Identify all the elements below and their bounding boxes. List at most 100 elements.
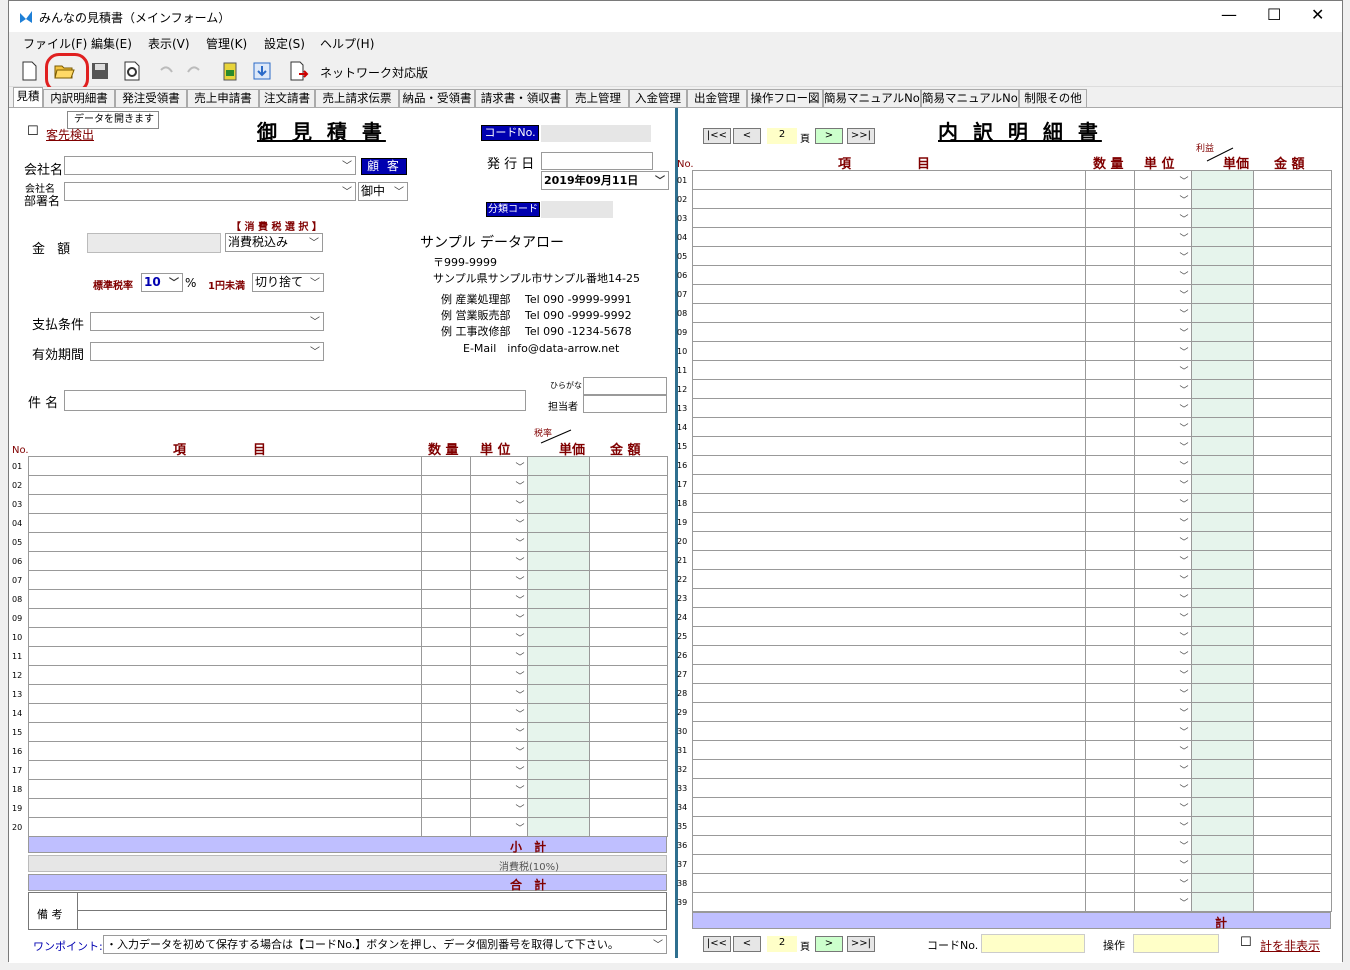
- print-preview-icon[interactable]: [120, 59, 144, 83]
- unit-cell[interactable]: ﹀: [1133, 303, 1192, 323]
- price-cell[interactable]: [526, 684, 590, 704]
- cell[interactable]: [1252, 189, 1332, 209]
- price-cell[interactable]: [1190, 417, 1254, 437]
- tab-sales-invoice[interactable]: 売上請求伝票: [315, 89, 399, 107]
- price-cell[interactable]: [1190, 607, 1254, 627]
- subject-input[interactable]: [64, 390, 526, 411]
- validity-select[interactable]: ﹀: [90, 342, 324, 361]
- cell[interactable]: [27, 741, 422, 761]
- unit-cell[interactable]: ﹀: [1133, 379, 1192, 399]
- unit-cell[interactable]: ﹀: [1133, 227, 1192, 247]
- cell[interactable]: [1084, 474, 1135, 494]
- price-cell[interactable]: [1190, 265, 1254, 285]
- cell[interactable]: [27, 456, 422, 476]
- hide-total-checkbox[interactable]: ☐: [1240, 935, 1252, 950]
- unit-cell[interactable]: ﹀: [469, 798, 528, 818]
- cell[interactable]: [420, 779, 471, 799]
- customer-search-link[interactable]: 客先検出: [46, 126, 94, 143]
- cell[interactable]: [420, 665, 471, 685]
- honorific-select[interactable]: 御中 ﹀: [358, 182, 408, 201]
- maximize-button[interactable]: ☐: [1267, 5, 1281, 24]
- unit-cell[interactable]: ﹀: [1133, 550, 1192, 570]
- staff-input[interactable]: [583, 395, 667, 413]
- cell[interactable]: [588, 551, 668, 571]
- cell[interactable]: [1252, 436, 1332, 456]
- unit-cell[interactable]: ﹀: [1133, 170, 1192, 190]
- cell[interactable]: [1252, 246, 1332, 266]
- cell[interactable]: [588, 798, 668, 818]
- std-tax-select[interactable]: 10 ﹀: [141, 273, 183, 292]
- company-select[interactable]: ﹀: [64, 156, 356, 175]
- round-select[interactable]: 切り捨て ﹀: [252, 273, 324, 292]
- unit-cell[interactable]: ﹀: [1133, 512, 1192, 532]
- nav-prev-button[interactable]: <: [733, 128, 761, 144]
- cell[interactable]: [1252, 664, 1332, 684]
- cell[interactable]: [1252, 493, 1332, 513]
- price-cell[interactable]: [526, 494, 590, 514]
- unit-cell[interactable]: ﹀: [1133, 797, 1192, 817]
- cell[interactable]: [588, 589, 668, 609]
- price-cell[interactable]: [1190, 379, 1254, 399]
- remarks-line-2[interactable]: [77, 911, 667, 929]
- tab-sales-manage[interactable]: 売上管理: [567, 89, 629, 107]
- customer-checkbox[interactable]: ☐: [27, 124, 39, 139]
- cell[interactable]: [691, 208, 1086, 228]
- cell[interactable]: [1084, 322, 1135, 342]
- cell[interactable]: [691, 417, 1086, 437]
- price-cell[interactable]: [1190, 645, 1254, 665]
- unit-cell[interactable]: ﹀: [1133, 417, 1192, 437]
- cell[interactable]: [1084, 360, 1135, 380]
- unit-cell[interactable]: ﹀: [1133, 778, 1192, 798]
- cell[interactable]: [1252, 740, 1332, 760]
- price-cell[interactable]: [1190, 816, 1254, 836]
- cell[interactable]: [1252, 379, 1332, 399]
- issue-date-blank[interactable]: [541, 152, 653, 170]
- price-cell[interactable]: [1190, 550, 1254, 570]
- unit-cell[interactable]: ﹀: [469, 741, 528, 761]
- cell[interactable]: [27, 646, 422, 666]
- tab-sales-request[interactable]: 売上申請書: [187, 89, 259, 107]
- cell[interactable]: [1252, 873, 1332, 893]
- cell[interactable]: [1084, 588, 1135, 608]
- unit-cell[interactable]: ﹀: [1133, 721, 1192, 741]
- cell[interactable]: [691, 284, 1086, 304]
- unit-cell[interactable]: ﹀: [1133, 740, 1192, 760]
- cell[interactable]: [691, 721, 1086, 741]
- tab-payment-out[interactable]: 出金管理: [687, 89, 747, 107]
- cell[interactable]: [691, 550, 1086, 570]
- cell[interactable]: [691, 227, 1086, 247]
- price-cell[interactable]: [1190, 512, 1254, 532]
- unit-cell[interactable]: ﹀: [1133, 246, 1192, 266]
- cell[interactable]: [588, 532, 668, 552]
- cell[interactable]: [1084, 455, 1135, 475]
- cell[interactable]: [420, 684, 471, 704]
- cell[interactable]: [27, 665, 422, 685]
- unit-cell[interactable]: ﹀: [469, 475, 528, 495]
- cell[interactable]: [1084, 417, 1135, 437]
- unit-cell[interactable]: ﹀: [469, 513, 528, 533]
- cell[interactable]: [588, 684, 668, 704]
- price-cell[interactable]: [526, 741, 590, 761]
- unit-cell[interactable]: ﹀: [469, 646, 528, 666]
- cell[interactable]: [691, 645, 1086, 665]
- tab-order-confirm[interactable]: 注文請書: [259, 89, 315, 107]
- cell[interactable]: [1084, 721, 1135, 741]
- cell[interactable]: [27, 551, 422, 571]
- cell[interactable]: [1084, 835, 1135, 855]
- cell[interactable]: [691, 170, 1086, 190]
- price-cell[interactable]: [1190, 588, 1254, 608]
- cell[interactable]: [1084, 303, 1135, 323]
- cell[interactable]: [27, 798, 422, 818]
- cell[interactable]: [27, 779, 422, 799]
- unit-cell[interactable]: ﹀: [469, 494, 528, 514]
- cell[interactable]: [691, 436, 1086, 456]
- unit-cell[interactable]: ﹀: [469, 551, 528, 571]
- cell[interactable]: [691, 607, 1086, 627]
- price-cell[interactable]: [1190, 189, 1254, 209]
- unit-cell[interactable]: ﹀: [1133, 265, 1192, 285]
- close-button[interactable]: ✕: [1311, 5, 1324, 24]
- unit-cell[interactable]: ﹀: [1133, 607, 1192, 627]
- price-cell[interactable]: [1190, 436, 1254, 456]
- unit-cell[interactable]: ﹀: [1133, 645, 1192, 665]
- cell[interactable]: [1252, 588, 1332, 608]
